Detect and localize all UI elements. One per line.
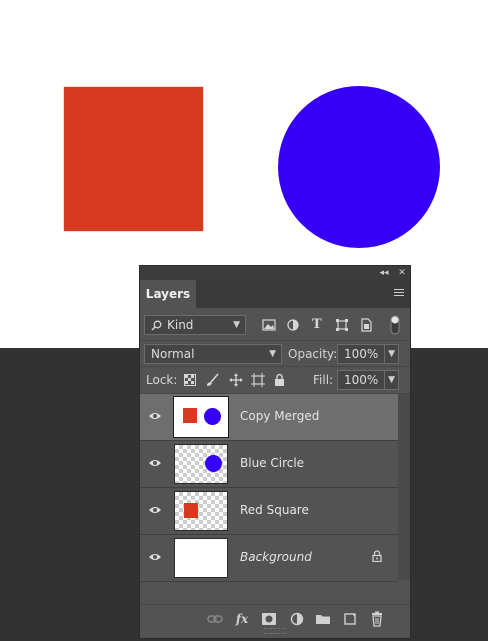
shape-filter-icon[interactable] [336, 319, 348, 331]
adjustment-filter-icon[interactable] [287, 319, 299, 331]
fill-value: 100% [344, 373, 379, 387]
layers-panel: ◂◂ ✕ Layers Kind ▼ T Normal ▼ Opacity: 1… [139, 265, 411, 639]
fx-icon[interactable]: fx [233, 611, 251, 627]
lock-label: Lock: [146, 373, 178, 387]
lock-artboard-icon[interactable] [251, 373, 265, 387]
chevron-down-icon: ▼ [269, 349, 276, 359]
search-icon [151, 320, 162, 331]
eye-icon[interactable] [148, 505, 162, 515]
layer-thumbnail[interactable] [174, 491, 228, 531]
layers-list: Copy Merged Blue Circle Red Square Backg… [140, 394, 398, 582]
thumb-square [184, 503, 198, 518]
image-filter-icon[interactable] [262, 319, 276, 331]
filter-row: Kind ▼ T [140, 312, 410, 338]
layer-name[interactable]: Blue Circle [240, 456, 304, 470]
lock-image-pixels-icon[interactable] [206, 373, 219, 387]
layer-row-background[interactable]: Background [140, 535, 398, 582]
fill-field[interactable]: 100% ▼ [337, 370, 399, 390]
thumb-square [183, 408, 197, 423]
link-layers-icon[interactable] [206, 611, 224, 627]
fill-label: Fill: [313, 373, 334, 387]
thumb-circle [204, 408, 221, 425]
layer-row-copy-merged[interactable]: Copy Merged [140, 394, 398, 441]
layer-thumbnail[interactable] [173, 396, 229, 438]
add-mask-icon[interactable] [260, 611, 278, 627]
eye-icon[interactable] [148, 458, 162, 468]
thumb-circle [205, 455, 222, 472]
filter-kind-label: Kind [167, 318, 194, 332]
type-filter-icon[interactable]: T [312, 317, 322, 332]
adjustment-layer-icon[interactable] [288, 611, 306, 627]
panel-menu-icon[interactable] [394, 289, 404, 298]
lock-position-icon[interactable] [229, 373, 243, 387]
layer-thumbnail[interactable] [174, 444, 228, 484]
lock-transparent-pixels-icon[interactable] [184, 374, 196, 386]
eye-icon[interactable] [148, 552, 162, 562]
smart-object-filter-icon[interactable] [360, 318, 372, 332]
chevron-down-icon[interactable]: ▼ [384, 371, 395, 389]
close-panel-button[interactable]: ✕ [396, 266, 408, 280]
lock-icon[interactable] [372, 550, 382, 562]
lock-all-icon[interactable] [274, 373, 285, 386]
layer-name[interactable]: Background [240, 550, 312, 564]
tab-layers[interactable]: Layers [140, 280, 196, 308]
opacity-field[interactable]: 100% ▼ [337, 344, 399, 364]
layer-name[interactable]: Copy Merged [240, 409, 319, 423]
red-square-shape[interactable] [64, 87, 203, 231]
layer-name[interactable]: Red Square [240, 503, 309, 517]
blend-row: Normal ▼ Opacity: 100% ▼ [140, 340, 410, 367]
delete-layer-icon[interactable] [368, 611, 386, 627]
blue-circle-shape[interactable] [278, 86, 440, 248]
panel-resize-grip[interactable] [264, 628, 286, 634]
opacity-label: Opacity: [288, 347, 338, 361]
panel-titlebar: ◂◂ ✕ [140, 266, 410, 280]
filter-kind-dropdown[interactable]: Kind ▼ [144, 315, 246, 335]
eye-icon[interactable] [148, 411, 162, 421]
lock-row: Lock: Fill: 100% ▼ [140, 366, 410, 394]
layer-row-red-square[interactable]: Red Square [140, 488, 398, 535]
layers-scrollbar[interactable] [398, 394, 410, 580]
blend-mode-value: Normal [151, 347, 195, 361]
chevron-down-icon[interactable]: ▼ [384, 345, 395, 363]
blend-mode-dropdown[interactable]: Normal ▼ [144, 344, 282, 364]
new-group-icon[interactable] [314, 611, 332, 627]
layer-row-blue-circle[interactable]: Blue Circle [140, 441, 398, 488]
chevron-down-icon: ▼ [233, 320, 240, 330]
collapse-panel-button[interactable]: ◂◂ [378, 266, 390, 280]
panel-tab-row: Layers [140, 280, 410, 308]
opacity-value: 100% [344, 347, 379, 361]
filter-toggle-icon[interactable] [390, 315, 400, 335]
layer-thumbnail[interactable] [174, 538, 228, 578]
new-layer-icon[interactable] [341, 611, 359, 627]
